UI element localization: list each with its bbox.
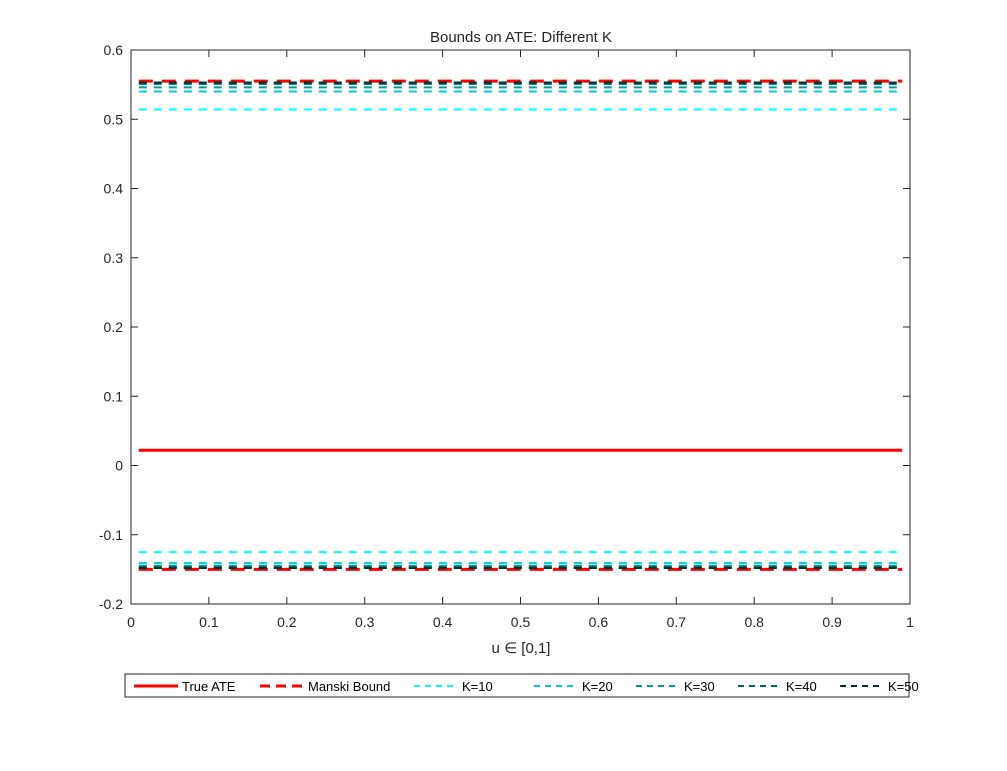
y-tick-label: 0.6 (104, 42, 124, 58)
y-tick-label: -0.2 (99, 596, 123, 612)
y-tick-label: 0.1 (104, 388, 124, 404)
x-tick-label: 0.9 (822, 614, 842, 630)
legend: True ATE Manski Bound K=10 K=20 K=30 K=40 K=50 (124, 673, 919, 698)
x-tick-label: 0.4 (433, 614, 453, 630)
plot-frame (130, 49, 911, 605)
y-tick-label: 0.3 (104, 250, 124, 266)
x-tick-label: 0 (127, 614, 135, 630)
chart: Bounds on ATE: Different K 0 0.1 0.2 0.3 0.4… (99, 29, 919, 698)
x-tick-label: 0.7 (667, 614, 687, 630)
x-tick-label: 0.6 (589, 614, 609, 630)
legend-label: True ATE (182, 679, 236, 694)
legend-label: K=50 (888, 679, 919, 694)
legend-label: Manski Bound (308, 679, 390, 694)
legend-label: K=10 (462, 679, 493, 694)
legend-label: K=30 (684, 679, 715, 694)
legend-label: K=20 (582, 679, 613, 694)
y-tick-label: 0.2 (104, 319, 124, 335)
legend-label: K=40 (786, 679, 817, 694)
x-tick-label: 0.5 (511, 614, 531, 630)
y-tick-label: 0 (115, 458, 123, 474)
y-tick-label: 0.5 (104, 111, 124, 127)
x-tick-label: 0.3 (355, 614, 375, 630)
x-tick-label: 0.8 (744, 614, 764, 630)
x-tick-label: 0.1 (199, 614, 219, 630)
y-tick-label: -0.1 (99, 527, 123, 543)
x-axis-label: u ∈ [0,1] (492, 640, 551, 657)
x-tick-label: 0.2 (277, 614, 297, 630)
chart-title: Bounds on ATE: Different K (430, 29, 612, 46)
y-tick-label: 0.4 (104, 181, 124, 197)
x-tick-label: 1 (906, 614, 914, 630)
